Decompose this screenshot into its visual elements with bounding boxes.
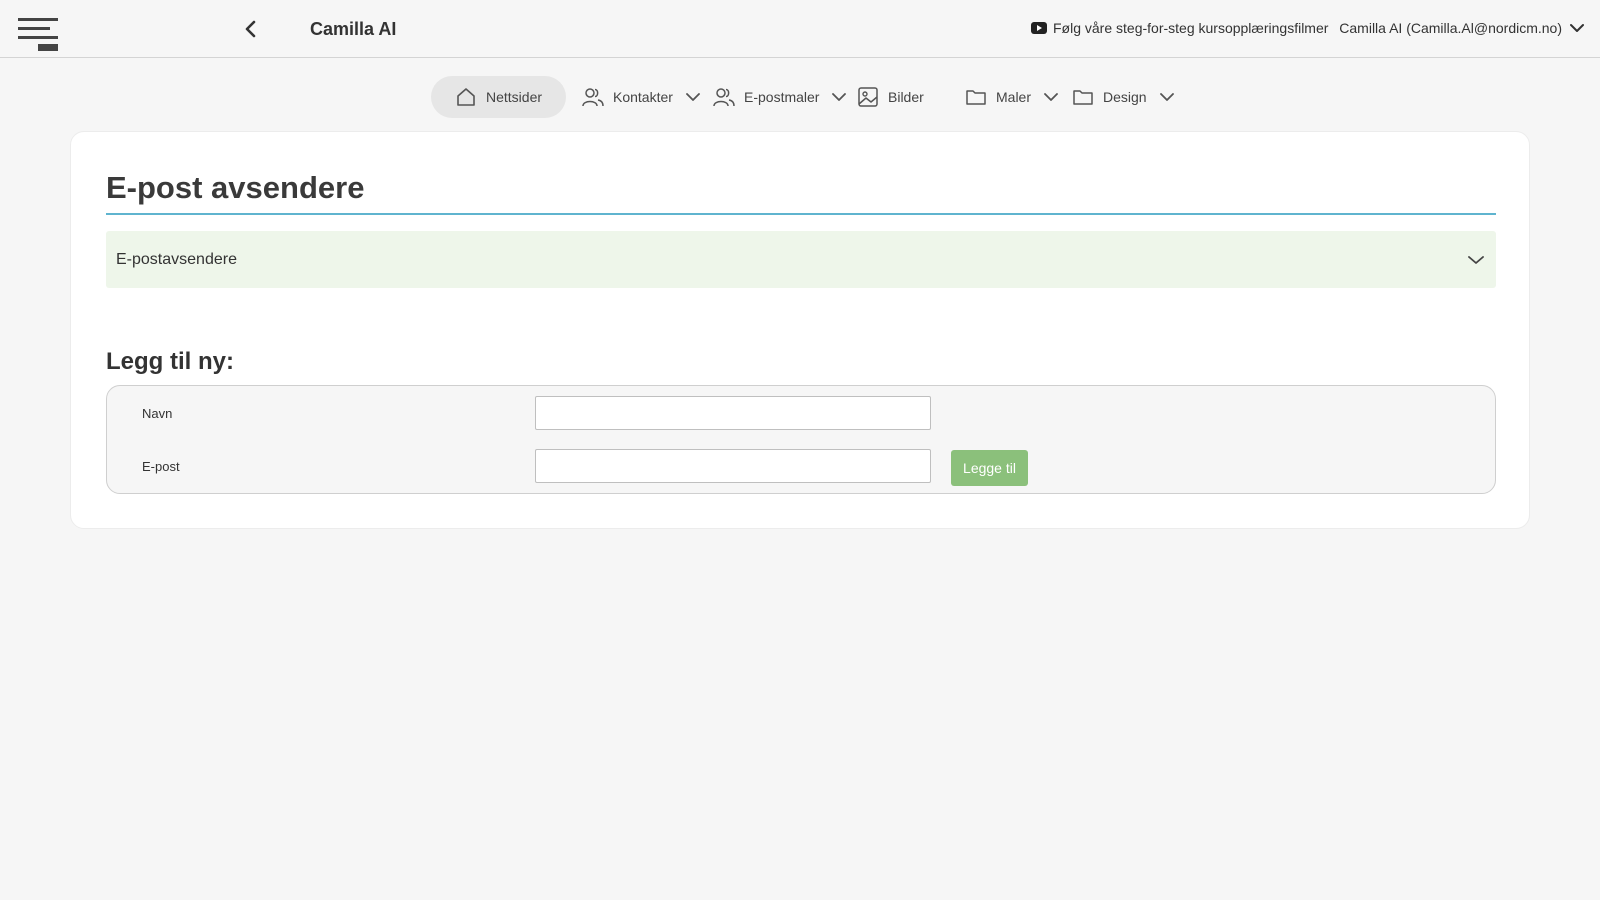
email-field[interactable] bbox=[535, 449, 931, 483]
chevron-down-icon bbox=[1570, 23, 1584, 33]
users-icon bbox=[713, 86, 735, 108]
nav-item-e-postmaler[interactable]: E-postmaler bbox=[713, 76, 847, 118]
menu-toggle-icon[interactable] bbox=[16, 16, 60, 54]
name-label: Navn bbox=[142, 406, 173, 421]
youtube-icon bbox=[1031, 22, 1047, 34]
nav-item-label: Nettsider bbox=[486, 89, 543, 105]
folder-icon bbox=[1072, 86, 1094, 108]
add-new-heading: Legg til ny: bbox=[106, 348, 234, 375]
tutorial-link-label: Følg våre steg-for-steg kursopplæringsfi… bbox=[1053, 20, 1329, 36]
nav-item-design[interactable]: Design bbox=[1072, 76, 1174, 118]
chevron-down-icon bbox=[686, 92, 700, 102]
nav-item-maler[interactable]: Maler bbox=[965, 76, 1058, 118]
nav-item-kontakter[interactable]: Kontakter bbox=[582, 76, 700, 118]
user-menu-label: Camilla AI (Camilla.Al@nordicm.no) bbox=[1339, 20, 1562, 36]
add-sender-form: Navn E-post Legge til bbox=[106, 385, 1496, 494]
user-menu[interactable]: Camilla AI (Camilla.Al@nordicm.no) bbox=[1339, 20, 1584, 36]
nav-item-label: Maler bbox=[996, 89, 1032, 105]
users-icon bbox=[582, 86, 604, 108]
folder-icon bbox=[965, 86, 987, 108]
email-senders-accordion[interactable]: E-postavsendere bbox=[106, 231, 1496, 288]
chevron-down-icon bbox=[1159, 92, 1174, 102]
chevron-down-icon bbox=[832, 92, 847, 102]
nav-item-label: Design bbox=[1103, 89, 1147, 105]
chevron-down-icon bbox=[1468, 255, 1484, 265]
content-card: E-post avsendere E-postavsendere Legg ti… bbox=[70, 131, 1530, 529]
nav-item-bilder[interactable]: Bilder bbox=[857, 76, 924, 118]
app-title: Camilla AI bbox=[310, 19, 397, 39]
chevron-down-icon bbox=[1044, 92, 1058, 102]
nav-item-label: E-postmaler bbox=[744, 89, 820, 105]
nav-item-label: Bilder bbox=[888, 89, 924, 105]
name-field[interactable] bbox=[535, 396, 931, 430]
tutorial-videos-link[interactable]: Følg våre steg-for-steg kursopplæringsfi… bbox=[1031, 20, 1328, 36]
accordion-label: E-postavsendere bbox=[116, 250, 237, 268]
title-divider bbox=[106, 213, 1496, 215]
top-bar: Camilla AI Følg våre steg-for-steg kurso… bbox=[0, 0, 1600, 58]
nav-item-nettsider[interactable]: Nettsider bbox=[431, 76, 567, 118]
image-icon bbox=[857, 86, 879, 108]
back-chevron-icon[interactable] bbox=[240, 18, 262, 40]
nav-item-label: Kontakter bbox=[613, 89, 673, 105]
home-icon bbox=[455, 86, 477, 108]
add-sender-button[interactable]: Legge til bbox=[951, 450, 1028, 486]
page-title: E-post avsendere bbox=[106, 170, 365, 205]
main-nav: Nettsider Kontakter E-postmaler Bilder M… bbox=[0, 76, 1600, 118]
email-label: E-post bbox=[142, 459, 180, 474]
